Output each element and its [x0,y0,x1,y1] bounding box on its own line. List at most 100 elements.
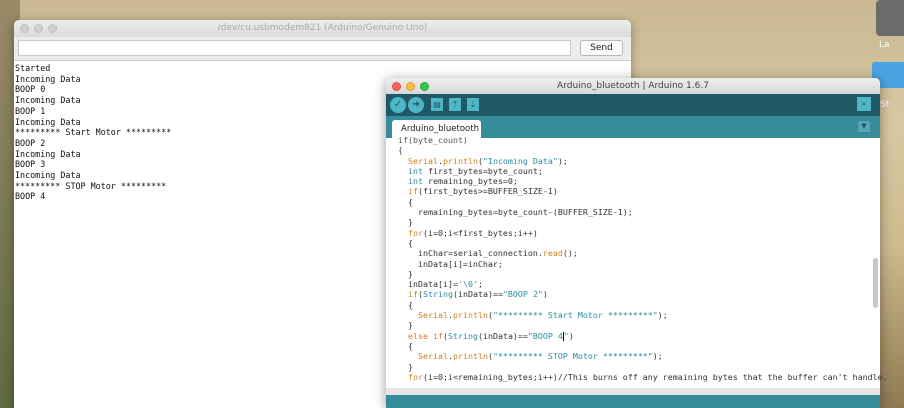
code-line: { [398,197,888,207]
code-token: Serial [417,310,448,321]
code-token: } [398,320,413,331]
save-button[interactable]: ⇣ [467,98,479,111]
code-token: ); [557,155,568,166]
code-line: Serial.println("Incoming Data"); [398,156,888,166]
code-token: else [408,330,428,341]
code-token: "********* STOP Motor *********" [492,351,653,362]
window-title: Arduino_bluetooth | Arduino 1.6.7 [557,81,709,91]
serial-monitor-button[interactable]: ⌕ [857,97,871,111]
send-button[interactable]: Send [580,40,623,56]
code-token: read [542,248,563,259]
editor-bottom-bar [386,388,880,395]
code-token: (inData)== [477,330,528,341]
code-line: } [398,320,888,330]
code-line: inData[i]='\0'; [398,279,888,289]
code-editor[interactable]: if(byte_count) { Serial.println("Incoming… [386,135,888,388]
code-token: "BOOP 2" [502,289,543,300]
code-line: remaining_bytes=byte_count-(BUFFER_SIZE-… [398,207,888,217]
code-token: "Incoming Data" [482,155,558,166]
code-token: inData[i]= [398,279,458,290]
code-text[interactable]: if(byte_count) { Serial.println("Incoming… [398,135,888,382]
chevron-down-icon[interactable]: ▼ [858,121,870,132]
code-token: } [398,361,413,372]
code-token: { [398,340,413,351]
serial-output-line: Started [15,63,51,73]
code-token: if [408,289,418,300]
open-button[interactable]: ⇡ [449,98,461,111]
code-token: String [423,289,453,300]
code-line: if(first_bytes>=BUFFER_SIZE-1) [398,186,888,196]
zoom-button[interactable] [48,24,57,33]
code-line: for(i=0;i<first_bytes;i++) [398,228,888,238]
code-token: println [452,351,488,362]
ide-toolbar: ✓ ➜ ▤ ⇡ ⇣ ⌕ [386,94,880,116]
code-token: (i=0;i<remaining_bytes;i++)//This burns … [423,371,888,382]
code-token: } [398,217,413,228]
code-token: Serial [408,155,438,166]
code-line: int remaining_bytes=0; [398,176,888,186]
code-token: "BOOP 4 [527,330,563,341]
code-token: '\0' [457,279,478,290]
code-token: remaining_bytes=byte_count-(BUFFER_SIZE-… [398,207,633,218]
code-token: for [408,227,423,238]
upload-button[interactable]: ➜ [408,97,424,113]
code-line: else if(String(inData)=="BOOP 4") [398,331,888,341]
code-token: (first_bytes>=BUFFER_SIZE-1) [418,186,558,197]
ide-titlebar[interactable]: Arduino_bluetooth | Arduino 1.6.7 [386,78,880,94]
desktop-icon-label: La [879,40,890,50]
desktop-icon-label: St [880,100,890,110]
code-line: Serial.println("********* Start Motor **… [398,310,888,320]
code-token: int [408,165,423,176]
code-token: remaining_bytes=0; [423,176,518,187]
minimize-button[interactable] [406,82,415,91]
code-line: { [398,341,888,351]
editor-scrollbar[interactable] [873,258,878,308]
zoom-button[interactable] [420,82,429,91]
code-token: (i=0;i<first_bytes;i++) [423,227,538,238]
code-line: } [398,269,888,279]
code-line: inData[i]=inChar; [398,259,888,269]
code-line: Serial.println("********* STOP Motor ***… [398,351,888,361]
close-button[interactable] [392,82,401,91]
code-token: println [452,310,488,321]
code-line: int first_bytes=byte_count; [398,166,888,176]
window-controls [392,82,429,91]
serial-input-row: Send [14,37,631,61]
minimize-button[interactable] [34,24,43,33]
code-token: (); [562,248,578,259]
window-controls [20,24,57,33]
code-token: ; [477,279,483,290]
window-title: /dev/cu.usbmodem821 (Arduino/Genuino Uno… [217,23,428,33]
serial-monitor-titlebar[interactable]: /dev/cu.usbmodem821 (Arduino/Genuino Uno… [14,20,631,37]
code-token: ) [542,289,548,300]
code-token: inData[i]=inChar; [398,258,503,269]
serial-input[interactable] [18,40,571,56]
code-token: { [398,237,413,248]
code-token: inChar=serial_connection. [398,248,543,259]
status-bar [386,395,880,408]
new-sketch-button[interactable]: ▤ [431,98,443,111]
code-token: String [447,330,478,341]
verify-button[interactable]: ✓ [390,97,406,113]
code-line: { [398,300,888,310]
code-line: for(i=0;i<remaining_bytes;i++)//This bur… [398,372,888,382]
arduino-ide-window: Arduino_bluetooth | Arduino 1.6.7 ✓ ➜ ▤ … [386,78,888,408]
code-token: ) [568,330,574,341]
code-token: { [398,196,413,207]
code-token: for [408,371,423,382]
code-token: } [398,268,413,279]
code-token: { [398,299,413,310]
desktop-drive-icon[interactable] [876,0,904,36]
code-token: "********* Start Motor *********" [492,310,658,321]
close-button[interactable] [20,24,29,33]
code-line: if(byte_count) [398,135,888,145]
